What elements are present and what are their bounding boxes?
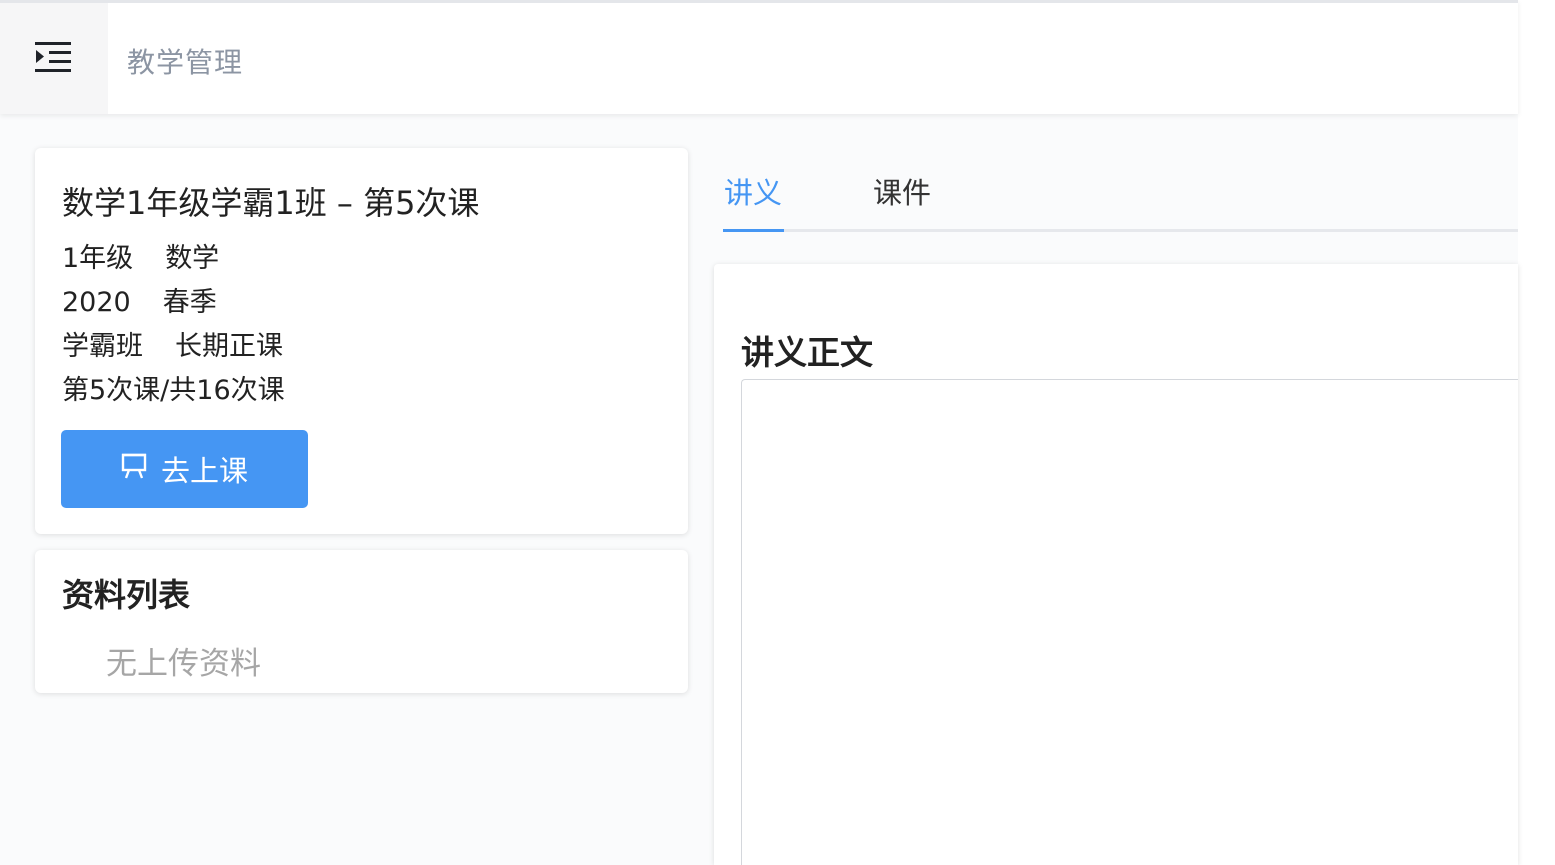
grade-subject-line: 1年级 数学: [62, 236, 219, 275]
tab-handout-label: 讲义: [724, 176, 783, 210]
course-info-card: 数学1年级学霸1班 – 第5次课 1年级 数学 2020 春季 学霸班 长期正课 第5…: [35, 148, 688, 534]
go-to-class-label: 去上课: [160, 454, 248, 488]
grade-label: 1年级: [62, 243, 134, 274]
content-tabs: 讲义 课件: [723, 160, 1518, 232]
year-season-line: 2020 春季: [62, 280, 217, 319]
course-title: 数学1年级学霸1班 – 第5次课: [62, 184, 480, 222]
presentation-icon: [121, 452, 147, 487]
class-type-label: 学霸班: [62, 331, 143, 362]
resource-list-card: 资料列表 无上传资料: [35, 550, 688, 693]
subject-label: 数学: [165, 243, 220, 274]
top-header: 教学管理: [0, 0, 1518, 114]
handout-panel: 讲义正文: [714, 264, 1518, 865]
page: 教学管理 数学1年级学霸1班 – 第5次课 1年级 数学 2020 春季 学霸班 长期…: [0, 0, 1555, 865]
menu-toggle-button[interactable]: [0, 3, 108, 114]
right-edge: [1518, 0, 1555, 865]
header-title: 教学管理: [127, 46, 244, 79]
season-label: 春季: [162, 287, 217, 318]
indent-menu-icon: [35, 41, 73, 77]
class-type-line: 学霸班 长期正课: [62, 324, 283, 363]
tab-courseware[interactable]: 课件: [873, 170, 931, 212]
active-tab-indicator: [723, 229, 784, 232]
resource-empty-text: 无上传资料: [106, 646, 261, 682]
resource-list-title: 资料列表: [62, 576, 191, 614]
tab-handout[interactable]: 讲义: [724, 170, 782, 212]
year-label: 2020: [62, 287, 131, 318]
course-type-label: 长期正课: [175, 331, 283, 362]
lesson-progress: 第5次课/共16次课: [62, 375, 285, 406]
handout-body-editor[interactable]: [741, 379, 1518, 865]
handout-body-title: 讲义正文: [741, 333, 873, 372]
tab-courseware-label: 课件: [873, 176, 932, 210]
go-to-class-button[interactable]: 去上课: [61, 430, 308, 508]
